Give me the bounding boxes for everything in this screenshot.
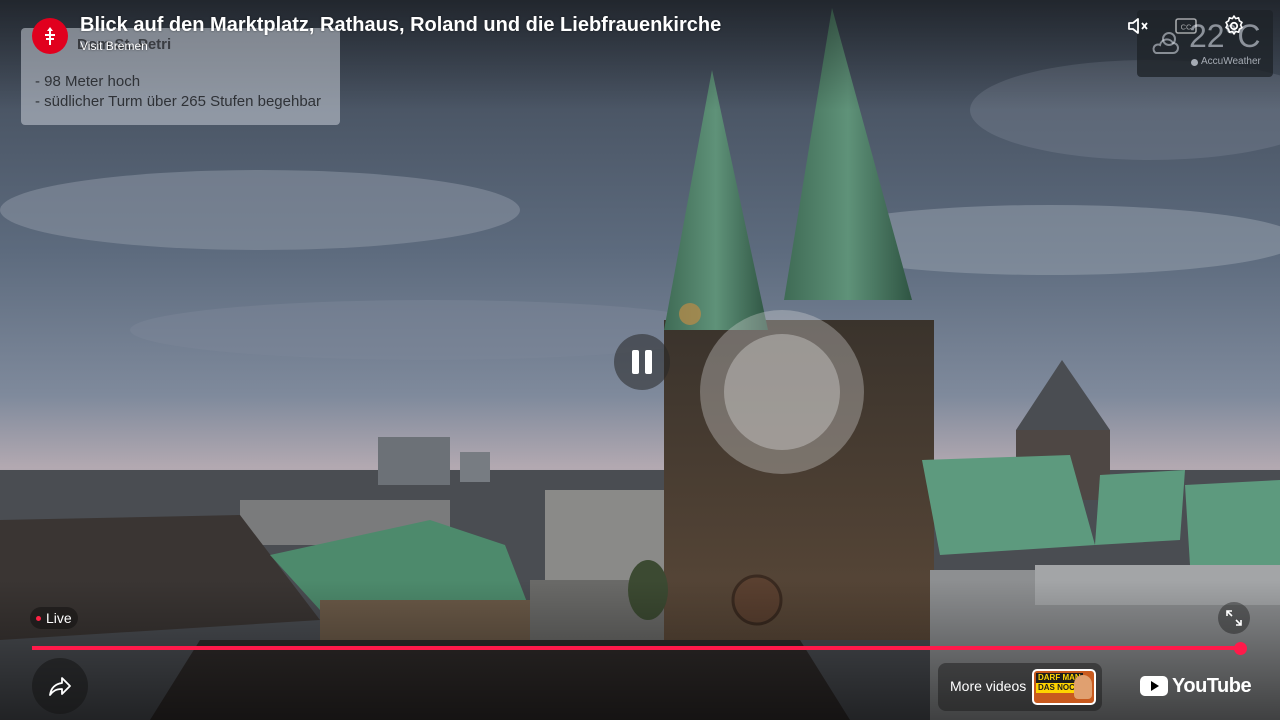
captions-button[interactable]: CC xyxy=(1170,10,1202,42)
pause-icon xyxy=(629,350,655,374)
progress-bar[interactable] xyxy=(32,646,1246,650)
fullscreen-button[interactable] xyxy=(1218,602,1250,634)
youtube-wordmark: YouTube xyxy=(1172,674,1252,697)
info-overlay-line: - südlicher Turm über 265 Stufen begehba… xyxy=(35,93,322,110)
green-roof xyxy=(1095,470,1185,545)
live-badge[interactable]: Live xyxy=(30,607,78,629)
info-overlay: Dom St. Petri - 98 Meter hoch - südliche… xyxy=(21,28,340,125)
volume-muted-icon xyxy=(1128,18,1148,34)
mute-button[interactable] xyxy=(1122,10,1154,42)
weather-widget: 22°C AccuWeather xyxy=(1137,10,1273,77)
green-roof xyxy=(1185,480,1280,570)
more-videos-label: More videos xyxy=(950,678,1027,694)
svg-text:CC: CC xyxy=(1181,23,1192,32)
captions-icon: CC xyxy=(1175,18,1197,34)
live-label: Live xyxy=(46,610,72,626)
more-videos-button[interactable]: More videos DARF MAN DAS NOCH?! xyxy=(938,663,1102,711)
youtube-logo[interactable]: YouTube xyxy=(1140,673,1252,699)
accuweather-logo-icon xyxy=(1191,59,1198,66)
exit-fullscreen-icon xyxy=(1226,610,1242,626)
video-player[interactable]: Dom St. Petri - 98 Meter hoch - südliche… xyxy=(0,0,1280,720)
progress-fill xyxy=(32,646,1240,650)
pause-button[interactable] xyxy=(614,334,670,390)
share-button[interactable] xyxy=(32,658,88,714)
cloud xyxy=(0,170,520,250)
building xyxy=(460,452,490,482)
loading-circle-inner xyxy=(724,334,840,450)
gear-icon xyxy=(1225,15,1243,35)
thumbnail-face xyxy=(1074,675,1092,699)
video-title[interactable]: Blick auf den Marktplatz, Rathaus, Rolan… xyxy=(80,14,721,37)
settings-button[interactable] xyxy=(1218,10,1250,42)
building xyxy=(378,437,450,485)
channel-name[interactable]: Visit Bremen xyxy=(80,39,148,53)
info-overlay-line: - 98 Meter hoch xyxy=(35,73,141,90)
clock xyxy=(679,303,701,325)
weather-provider: AccuWeather xyxy=(1201,56,1261,67)
channel-avatar[interactable] xyxy=(32,18,68,54)
share-icon xyxy=(49,677,71,696)
green-roof xyxy=(922,455,1095,555)
bremen-key-logo-icon xyxy=(45,27,55,45)
video-thumbnail[interactable]: DARF MAN DAS NOCH?! xyxy=(1032,669,1096,705)
youtube-play-icon xyxy=(1140,676,1168,696)
progress-scrubber[interactable] xyxy=(1233,642,1247,655)
live-dot-icon xyxy=(36,615,41,621)
